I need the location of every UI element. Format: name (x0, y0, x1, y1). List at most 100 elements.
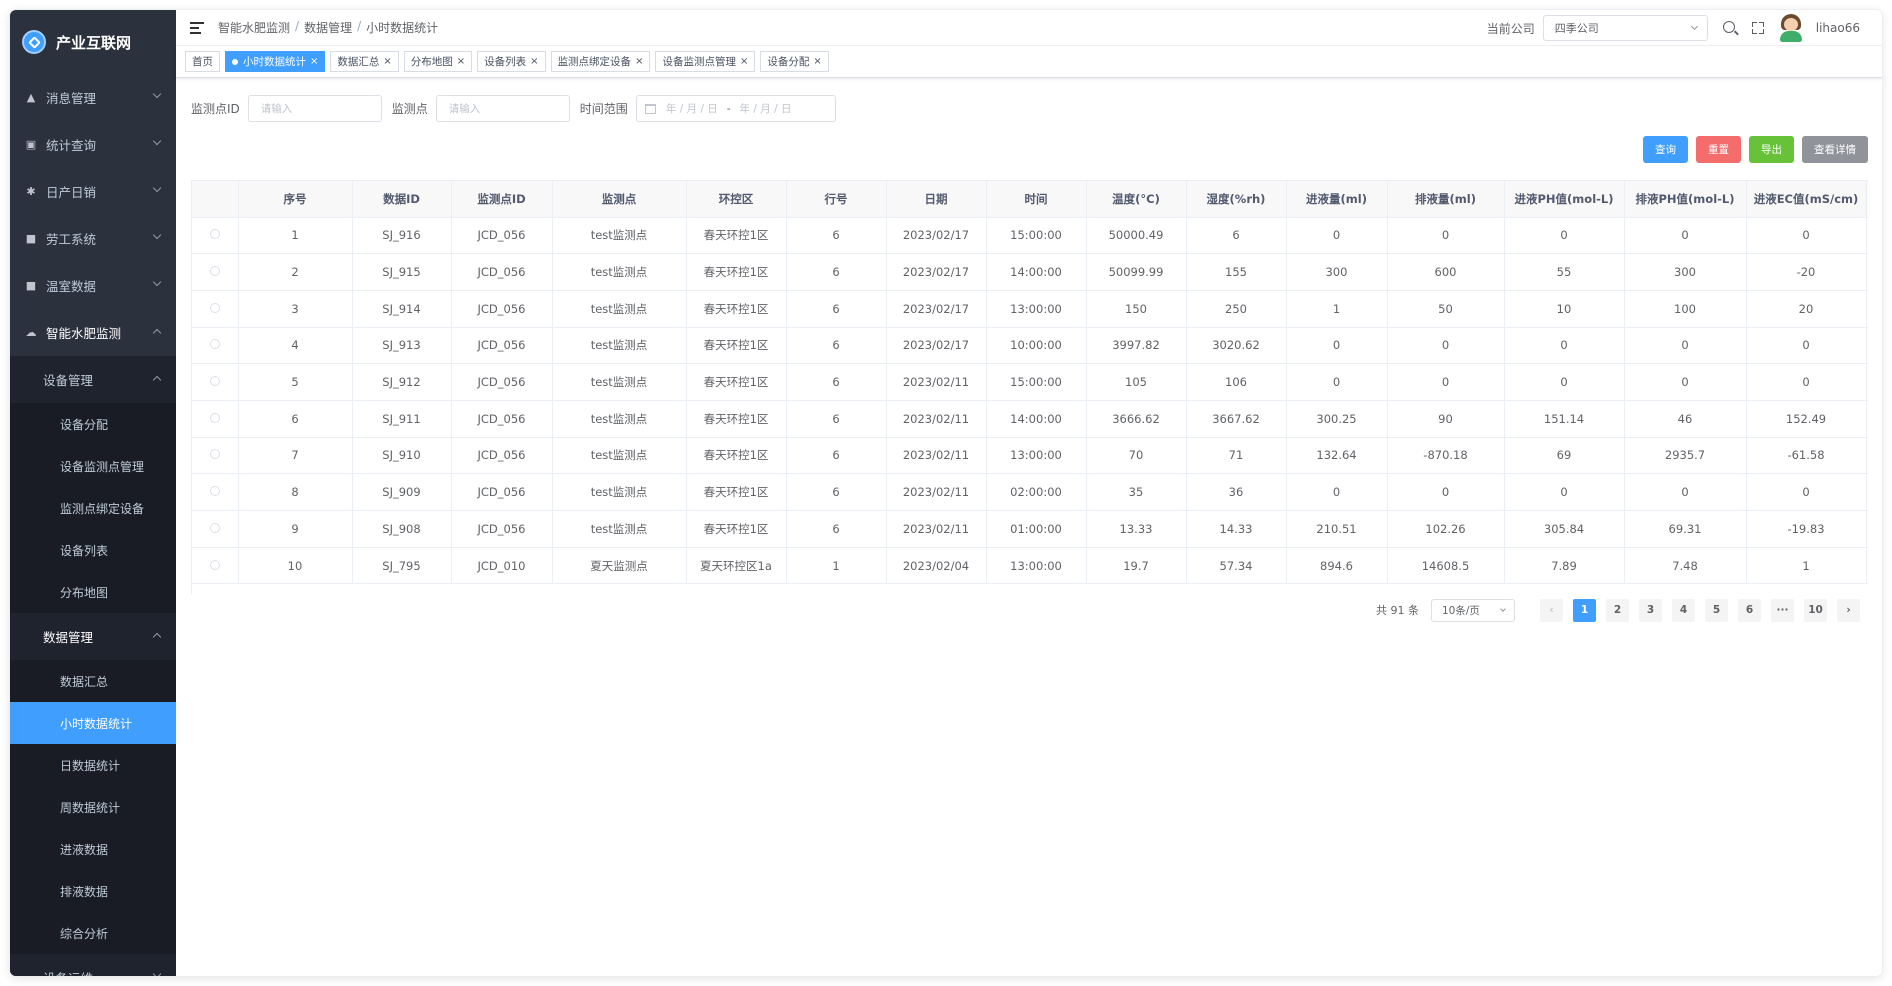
page-button[interactable]: 2 (1606, 598, 1629, 622)
row-radio[interactable] (209, 302, 220, 313)
page-button[interactable]: 3 (1639, 598, 1662, 622)
sidebar-item-fertigation[interactable]: ☁ 智能水肥监测 (10, 309, 176, 356)
row-radio[interactable] (209, 229, 220, 240)
sidebar-item-device-assign[interactable]: 设备分配 (10, 403, 176, 445)
date-start-input[interactable]: 年 / 月 / 日 (666, 101, 718, 116)
sidebar-item-label: 监测点绑定设备 (60, 501, 145, 516)
logo[interactable]: 产业互联网 (10, 10, 176, 74)
company-select[interactable]: 四季公司 (1542, 15, 1708, 41)
page-button[interactable]: 6 (1738, 598, 1761, 622)
table-row[interactable]: 5 SJ_912 JCD_056 test监测点 春天环控1区 6 2023/02/11 15… (192, 363, 1868, 401)
table-row[interactable]: 7 SJ_910 JCD_056 test监测点 春天环控1区 6 2023/02/11 13… (192, 437, 1868, 475)
row-radio[interactable] (209, 522, 220, 533)
page-button[interactable]: 10 (1804, 598, 1827, 622)
breadcrumb-item[interactable]: 智能水肥监测 (218, 19, 290, 36)
sidebar-item-hourly-stats[interactable]: 小时数据统计 (10, 702, 176, 744)
table-row[interactable]: 1 SJ_916 JCD_056 test监测点 春天环控1区 6 2023/02/17 15… (192, 217, 1868, 255)
select-column-header (192, 181, 239, 218)
view-detail-button[interactable]: 查看详情 (1802, 136, 1868, 163)
date-end-input[interactable]: 年 / 月 / 日 (740, 101, 792, 116)
sidebar-item-device-list[interactable]: 设备列表 (10, 529, 176, 571)
sidebar-item-map[interactable]: 分布地图 (10, 571, 176, 613)
reset-button[interactable]: 重置 (1696, 136, 1741, 163)
sidebar-item-data-management[interactable]: 数据管理 (10, 613, 176, 660)
sidebar-item-label: 劳工系统 (46, 232, 97, 247)
point-id-input[interactable]: 请输入 (247, 95, 382, 122)
username[interactable]: lihao66 (1816, 21, 1860, 35)
avatar[interactable] (1778, 14, 1804, 42)
table-row[interactable]: 10 SJ_795 JCD_010 夏天监测点 夏天环控区1a 1 2023/02/04 13… (192, 547, 1868, 585)
sidebar-item-inflow-data[interactable]: 进液数据 (10, 828, 176, 870)
tag-5[interactable]: 监测点绑定设备 × (550, 51, 651, 72)
page-size-select[interactable]: 10条/页 (1431, 598, 1515, 622)
sidebar-item-greenhouse[interactable]: ■ 温室数据 (10, 262, 176, 309)
column-header: 监测点 (552, 181, 687, 218)
tag-6[interactable]: 设备监测点管理 × (655, 51, 756, 72)
tag-1[interactable]: 小时数据统计 × (225, 51, 326, 72)
tag-3[interactable]: 分布地图 × (403, 51, 473, 72)
date-range-picker[interactable]: 年 / 月 / 日 - 年 / 月 / 日 (635, 95, 836, 122)
row-radio[interactable] (209, 266, 220, 277)
table-row[interactable]: 4 SJ_913 JCD_056 test监测点 春天环控1区 6 2023/02/17 10… (192, 327, 1868, 365)
fullscreen-icon[interactable] (1750, 20, 1766, 36)
table-cell: 02:00:00 (986, 473, 1087, 511)
sidebar-item-stats[interactable]: ▣ 统计查询 (10, 121, 176, 168)
breadcrumb-item[interactable]: 数据管理 (304, 19, 352, 36)
close-icon[interactable]: × (740, 56, 748, 67)
table-row[interactable]: 6 SJ_911 JCD_056 test监测点 春天环控1区 6 2023/02/11 14… (192, 400, 1868, 438)
table-cell: 7 (238, 437, 353, 475)
sidebar-item-messages[interactable]: ▲ 消息管理 (10, 74, 176, 121)
prev-page-button[interactable]: ‹ (1540, 598, 1563, 622)
row-radio[interactable] (209, 339, 220, 350)
column-header: 监测点ID (451, 181, 553, 218)
table-row[interactable]: 8 SJ_909 JCD_056 test监测点 春天环控1区 6 2023/02/11 02… (192, 473, 1868, 511)
page-button[interactable]: 1 (1573, 598, 1596, 622)
sidebar-item-daily[interactable]: ✱ 日产日销 (10, 168, 176, 215)
close-icon[interactable]: × (813, 56, 821, 67)
point-input[interactable]: 请输入 (435, 95, 570, 122)
tag-0[interactable]: 首页 (185, 51, 220, 72)
close-icon[interactable]: × (383, 56, 391, 67)
sidebar-item-device-management[interactable]: 设备管理 (10, 356, 176, 403)
sidebar-item-data-summary[interactable]: 数据汇总 (10, 660, 176, 702)
row-radio[interactable] (209, 449, 220, 460)
tag-4[interactable]: 设备列表 × (477, 51, 546, 72)
table-cell: SJ_916 (352, 217, 452, 255)
close-icon[interactable]: × (530, 56, 538, 67)
query-button[interactable]: 查询 (1643, 136, 1688, 163)
sidebar-item-label: 小时数据统计 (60, 716, 133, 731)
table-row[interactable]: 2 SJ_915 JCD_056 test监测点 春天环控1区 6 2023/02/17 14… (192, 253, 1868, 291)
page-button[interactable]: 5 (1705, 598, 1728, 622)
export-button[interactable]: 导出 (1749, 136, 1794, 163)
table-cell: 0 (1624, 473, 1747, 511)
close-icon[interactable]: × (457, 56, 465, 67)
row-radio[interactable] (209, 376, 220, 387)
table-cell: -19.83 (1746, 510, 1867, 548)
row-radio[interactable] (209, 486, 220, 497)
sidebar-item-weekly-stats[interactable]: 周数据统计 (10, 786, 176, 828)
table-row[interactable]: 3 SJ_914 JCD_056 test监测点 春天环控1区 6 2023/02/17 13… (192, 290, 1868, 328)
search-icon[interactable] (1722, 20, 1738, 36)
table-cell: 13:00:00 (986, 437, 1087, 475)
sidebar-item-analysis[interactable]: 综合分析 (10, 912, 176, 954)
close-icon[interactable]: × (635, 56, 643, 67)
menu-toggle-icon[interactable] (190, 21, 204, 34)
navbar: 智能水肥监测 / 数据管理 / 小时数据统计 当前公司 四季公司 lihao66 (176, 10, 1882, 46)
page-button[interactable]: 4 (1672, 598, 1695, 622)
close-icon[interactable]: × (310, 56, 318, 67)
sidebar-item-device-ops[interactable]: 设备运维 (10, 954, 176, 976)
table-row[interactable]: 9 SJ_908 JCD_056 test监测点 春天环控1区 6 2023/02/11 01… (192, 510, 1868, 548)
sidebar-item-labor[interactable]: ■ 劳工系统 (10, 215, 176, 262)
sidebar-item-daily-stats[interactable]: 日数据统计 (10, 744, 176, 786)
table-cell: 2023/02/11 (886, 473, 987, 511)
sidebar-item-point-binding[interactable]: 监测点绑定设备 (10, 487, 176, 529)
tag-7[interactable]: 设备分配 × (760, 51, 829, 72)
sidebar-item-drain-data[interactable]: 排液数据 (10, 870, 176, 912)
row-radio[interactable] (209, 412, 220, 423)
table-cell: 0 (1624, 217, 1747, 255)
page-ellipsis[interactable]: ··· (1771, 598, 1794, 622)
next-page-button[interactable]: › (1837, 598, 1860, 622)
sidebar-item-device-points[interactable]: 设备监测点管理 (10, 445, 176, 487)
tag-2[interactable]: 数据汇总 × (330, 51, 399, 72)
row-radio[interactable] (209, 559, 220, 570)
